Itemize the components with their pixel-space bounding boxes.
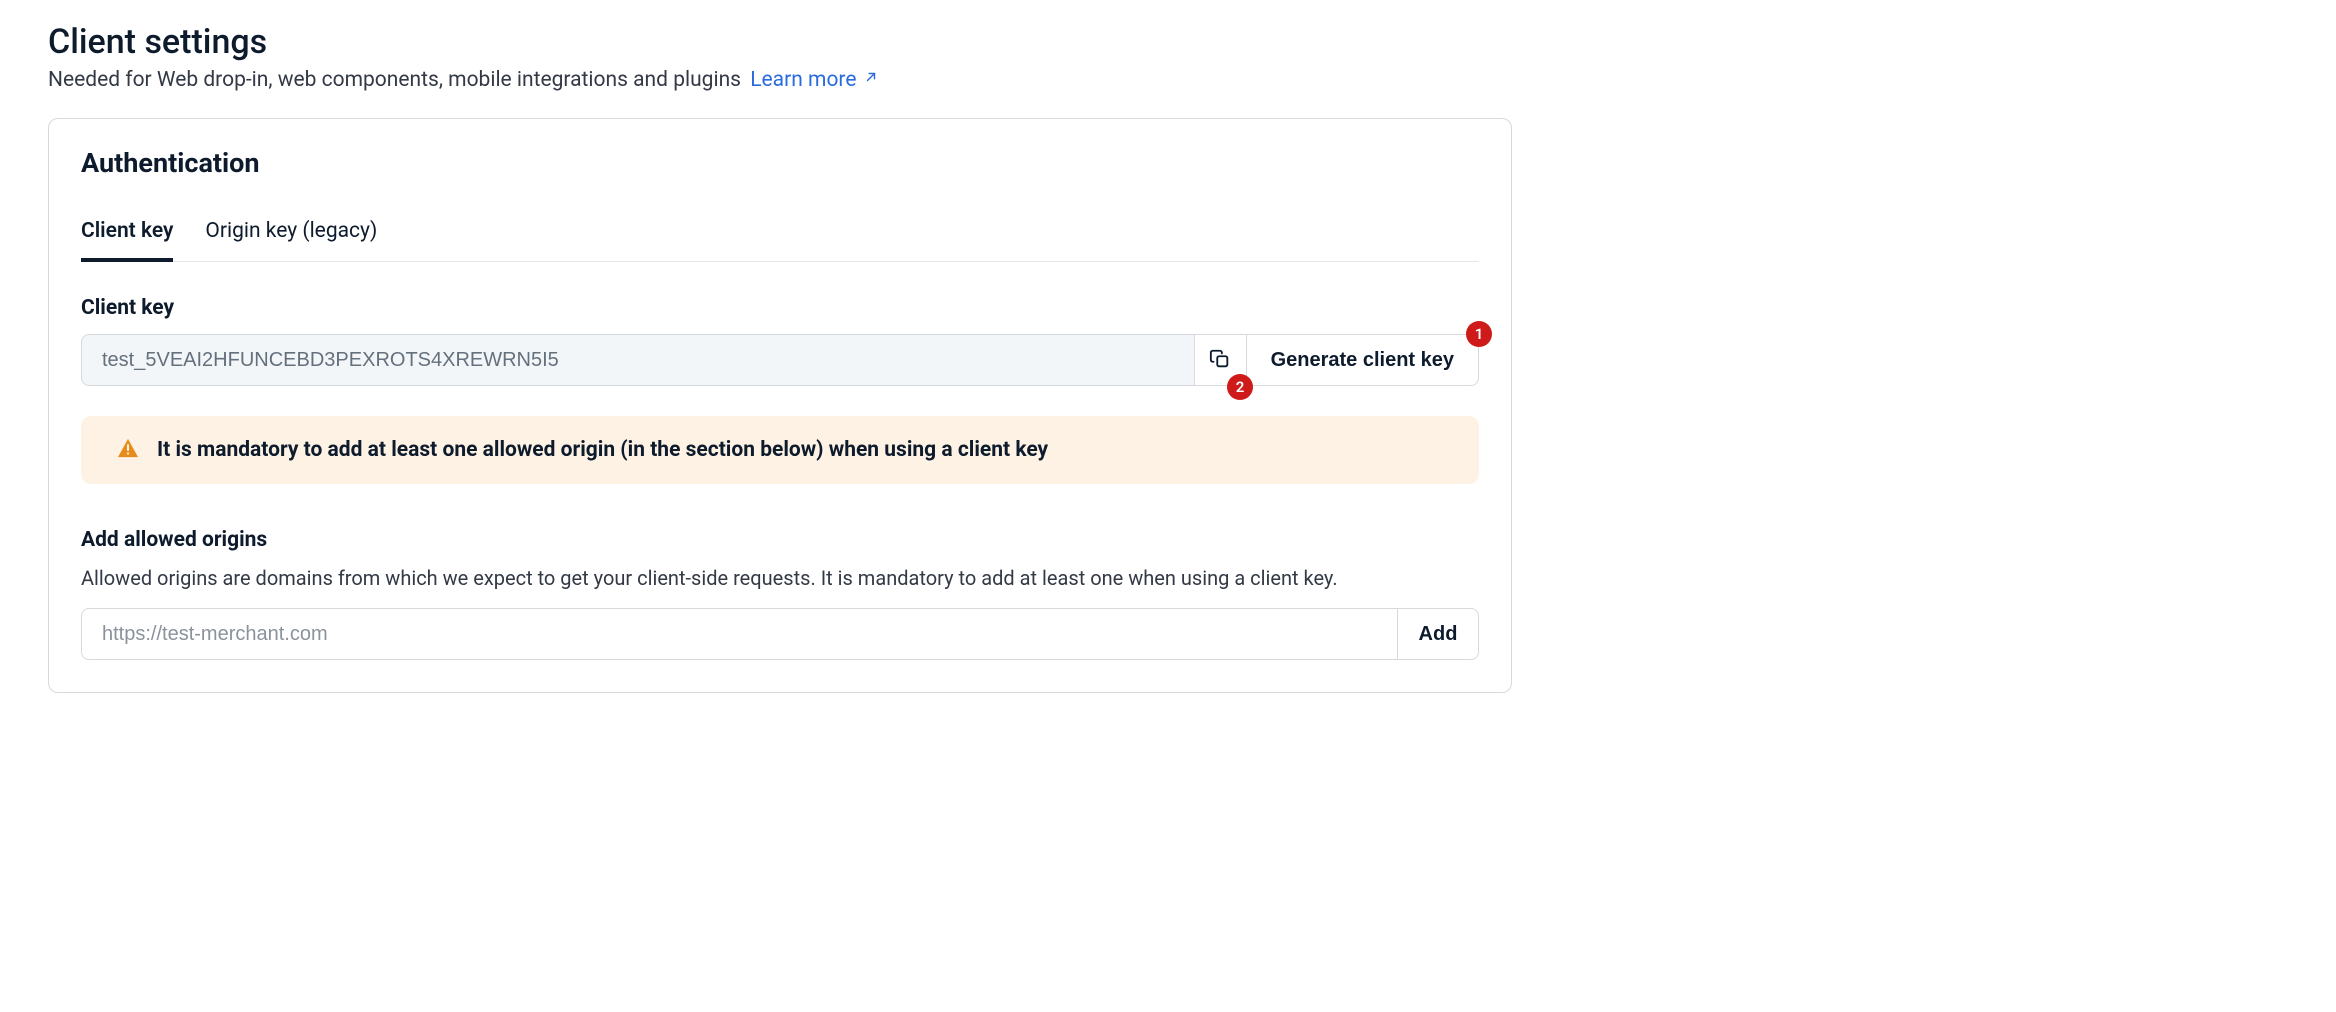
warning-icon xyxy=(117,438,139,462)
tabs: Client key Origin key (legacy) xyxy=(81,219,1479,262)
add-origins-description: Allowed origins are domains from which w… xyxy=(81,566,1479,590)
add-origins-label: Add allowed origins xyxy=(81,528,1479,552)
page-subtitle: Needed for Web drop-in, web components, … xyxy=(48,68,1512,92)
client-key-label: Client key xyxy=(81,296,1479,320)
page-title: Client settings xyxy=(48,22,1512,62)
tab-client-key[interactable]: Client key xyxy=(81,219,173,261)
warning-text: It is mandatory to add at least one allo… xyxy=(157,438,1048,462)
client-key-input[interactable] xyxy=(81,334,1194,386)
copy-icon xyxy=(1209,348,1231,373)
allowed-origin-input[interactable] xyxy=(81,608,1397,660)
authentication-card: Authentication Client key Origin key (le… xyxy=(48,118,1512,693)
learn-more-link[interactable]: Learn more xyxy=(750,68,878,92)
origin-warning-alert: It is mandatory to add at least one allo… xyxy=(81,416,1479,484)
callout-badge-2: 2 xyxy=(1227,374,1253,400)
callout-badge-1: 1 xyxy=(1466,321,1492,347)
generate-client-key-button[interactable]: Generate client key xyxy=(1246,334,1479,386)
page-subtitle-text: Needed for Web drop-in, web components, … xyxy=(48,68,741,92)
card-heading: Authentication xyxy=(81,147,1479,179)
external-link-icon xyxy=(864,69,878,88)
add-origin-button[interactable]: Add xyxy=(1397,608,1479,660)
learn-more-label: Learn more xyxy=(750,68,856,92)
client-key-row: Generate client key 1 2 xyxy=(81,334,1479,386)
tab-origin-key-legacy[interactable]: Origin key (legacy) xyxy=(205,219,377,261)
add-origin-row: Add xyxy=(81,608,1479,660)
